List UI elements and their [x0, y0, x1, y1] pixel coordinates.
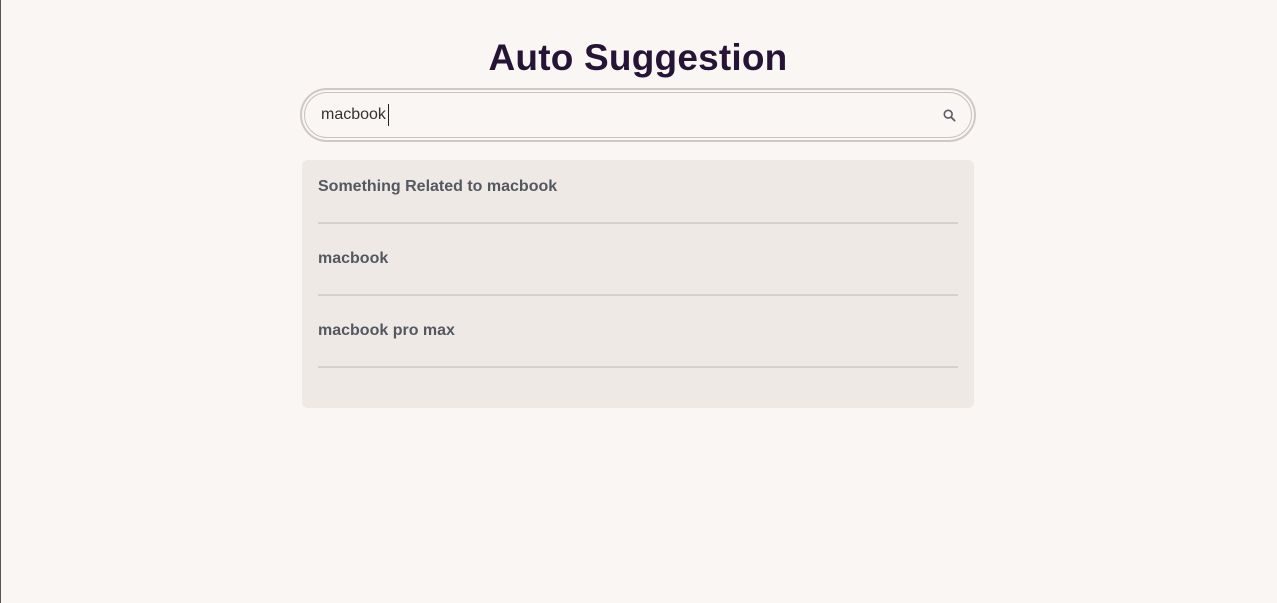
- suggestion-list: Something Related to macbook macbook mac…: [302, 160, 974, 408]
- suggestion-item[interactable]: macbook: [318, 224, 958, 296]
- page-title: Auto Suggestion: [488, 37, 788, 78]
- search-bar[interactable]: macbook: [304, 92, 972, 138]
- auto-suggestion-app: Auto Suggestion macbook Something Relate…: [300, 0, 976, 408]
- text-caret: [387, 104, 389, 126]
- suggestion-item[interactable]: macbook pro max: [318, 296, 958, 368]
- search-input-value: macbook: [321, 106, 386, 123]
- search-focus-ring: macbook: [300, 88, 976, 142]
- search-input[interactable]: macbook: [321, 103, 941, 127]
- search-icon[interactable]: [941, 107, 957, 123]
- suggestion-item[interactable]: Something Related to macbook: [318, 160, 958, 224]
